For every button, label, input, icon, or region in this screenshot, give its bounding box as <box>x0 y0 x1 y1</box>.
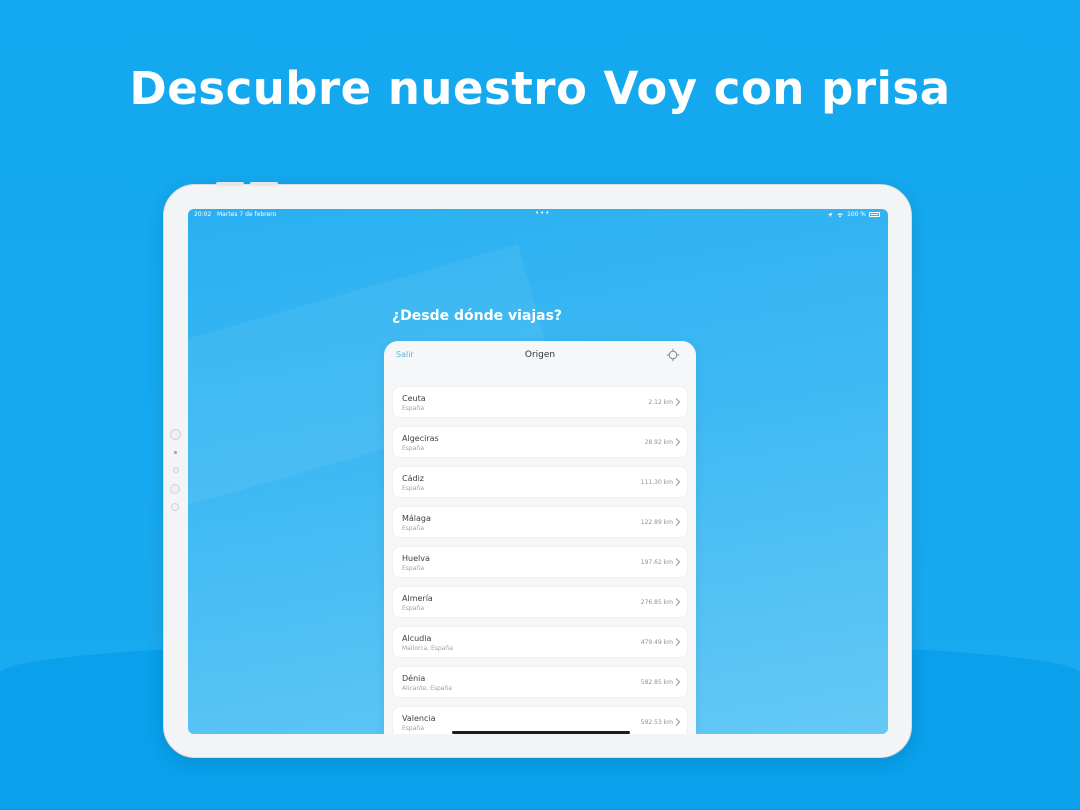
battery-percent: 100 % <box>846 211 866 218</box>
tablet-screen: 20:02 Martes 7 de febrero ••• 100 % ¿Des… <box>188 209 888 734</box>
volume-button <box>216 182 244 186</box>
chevron-right-icon <box>675 678 681 686</box>
item-name: Málaga <box>402 514 431 523</box>
list-item[interactable]: Valencia España 592.53 km <box>392 706 688 734</box>
item-distance: 582.85 km <box>640 679 673 686</box>
item-region: España <box>402 605 424 612</box>
item-region: España <box>402 405 424 412</box>
item-region: España <box>402 525 424 532</box>
item-region: Alicante, España <box>402 685 452 692</box>
side-button <box>170 429 181 440</box>
chevron-right-icon <box>675 558 681 566</box>
chevron-right-icon <box>675 398 681 406</box>
list-item[interactable]: Huelva España 197.62 km <box>392 546 688 578</box>
item-name: Huelva <box>402 554 430 563</box>
home-indicator[interactable] <box>452 731 630 734</box>
item-region: Mallorca, España <box>402 645 453 652</box>
chevron-right-icon <box>675 478 681 486</box>
crosshair-icon[interactable] <box>666 348 680 362</box>
multitask-dots[interactable]: ••• <box>535 209 550 217</box>
headline: Descubre nuestro Voy con prisa <box>129 62 951 115</box>
item-distance: 2.12 km <box>648 399 673 406</box>
item-region: España <box>402 485 424 492</box>
side-button <box>171 503 179 511</box>
chevron-right-icon <box>675 598 681 606</box>
item-region: España <box>402 445 424 452</box>
item-name: Alcudia <box>402 634 432 643</box>
battery-icon <box>869 212 880 217</box>
location-arrow-icon <box>827 212 833 217</box>
wifi-icon <box>837 212 843 217</box>
item-name: Cádiz <box>402 474 424 483</box>
item-region: España <box>402 725 424 732</box>
chevron-right-icon <box>675 638 681 646</box>
tablet-frame: 20:02 Martes 7 de febrero ••• 100 % ¿Des… <box>163 182 912 758</box>
item-distance: 592.53 km <box>640 719 673 726</box>
list-item[interactable]: Alcudia Mallorca, España 479.49 km <box>392 626 688 658</box>
list-item[interactable]: Cádiz España 111.30 km <box>392 466 688 498</box>
side-button <box>173 467 179 473</box>
chevron-right-icon <box>675 438 681 446</box>
item-distance: 111.30 km <box>640 479 673 486</box>
status-bar: 20:02 Martes 7 de febrero ••• 100 % <box>188 209 888 221</box>
origin-list: Ceuta España 2.12 km Algeciras España 28… <box>392 386 688 734</box>
item-distance: 276.85 km <box>640 599 673 606</box>
origin-question: ¿Desde dónde viajas? <box>392 308 563 324</box>
status-date: Martes 7 de febrero <box>217 211 277 218</box>
item-name: Valencia <box>402 714 436 723</box>
item-distance: 197.62 km <box>640 559 673 566</box>
side-button <box>170 484 180 494</box>
sheet-title: Origen <box>524 350 556 360</box>
list-item[interactable]: Almería España 276.85 km <box>392 586 688 618</box>
side-dot <box>174 451 177 454</box>
item-name: Dénia <box>402 674 426 683</box>
status-right: 100 % <box>827 211 880 218</box>
chevron-right-icon <box>675 518 681 526</box>
volume-button <box>250 182 278 186</box>
item-distance: 122.89 km <box>640 519 673 526</box>
item-name: Algeciras <box>402 434 439 443</box>
item-distance: 479.49 km <box>640 639 673 646</box>
item-name: Ceuta <box>402 394 426 403</box>
item-name: Almería <box>402 594 433 603</box>
item-distance: 28.92 km <box>644 439 673 446</box>
origin-sheet: Salir Origen Ceuta España 2.12 km Algeci… <box>384 341 696 734</box>
status-time: 20:02 <box>194 211 212 218</box>
sheet-header: Salir Origen <box>384 341 696 377</box>
list-item[interactable]: Málaga España 122.89 km <box>392 506 688 538</box>
list-item[interactable]: Ceuta España 2.12 km <box>392 386 688 418</box>
list-item[interactable]: Dénia Alicante, España 582.85 km <box>392 666 688 698</box>
chevron-right-icon <box>675 718 681 726</box>
list-item[interactable]: Algeciras España 28.92 km <box>392 426 688 458</box>
item-region: España <box>402 565 424 572</box>
